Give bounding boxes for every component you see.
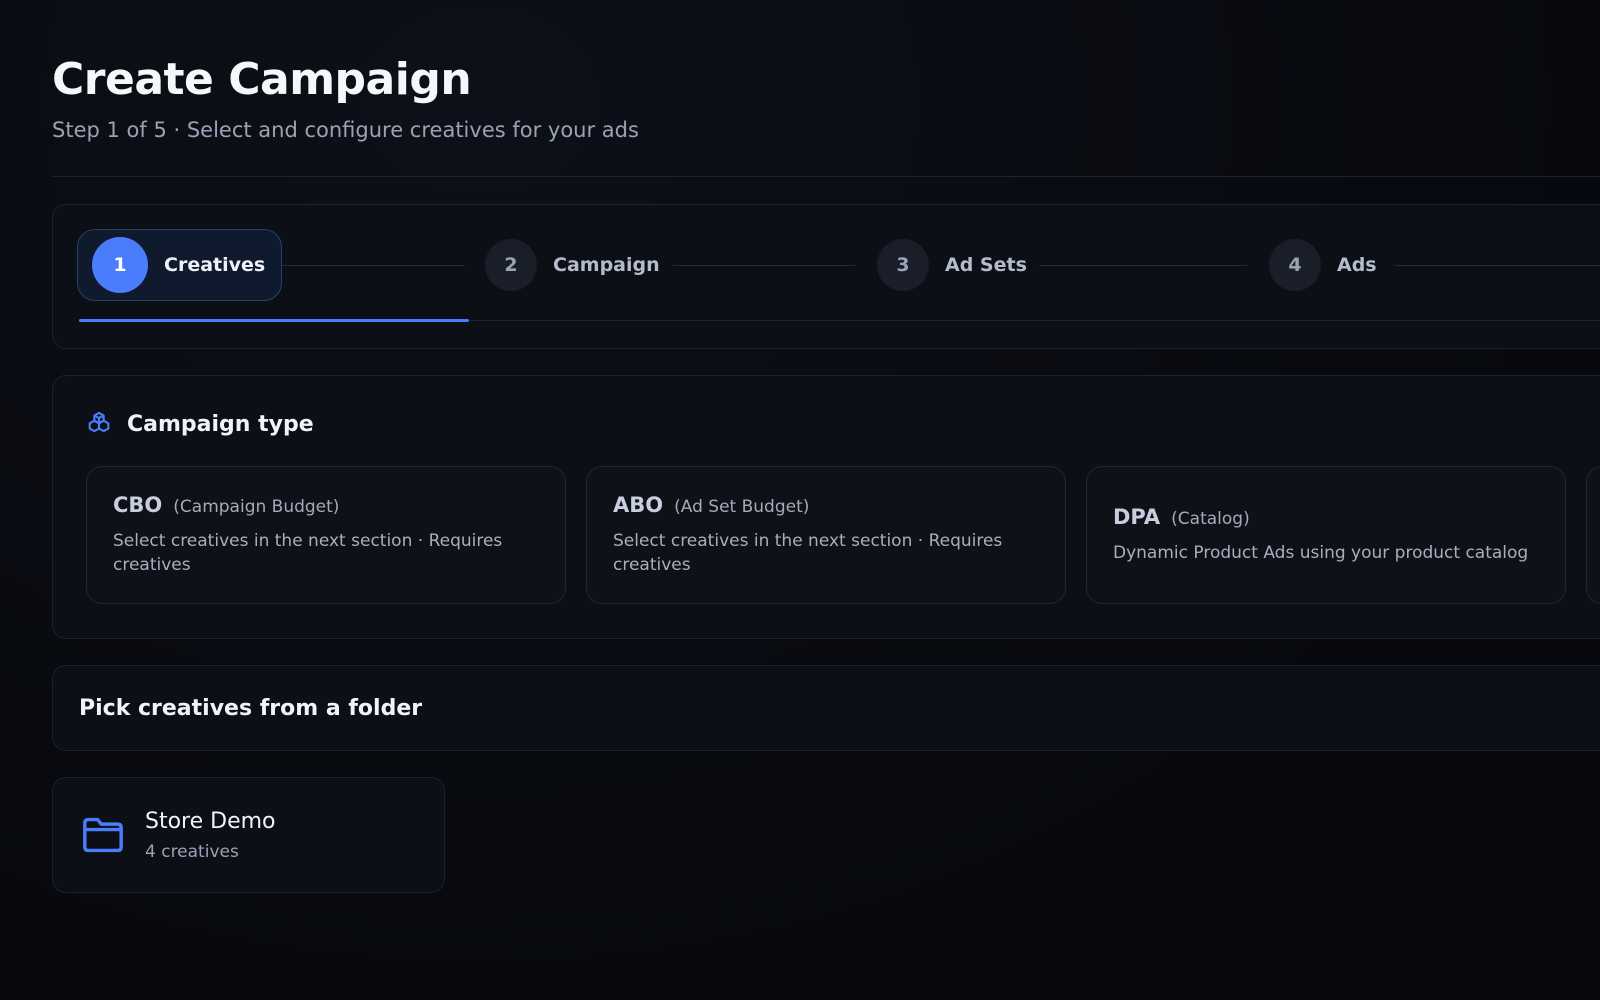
option-subtitle: (Ad Set Budget): [674, 497, 810, 517]
folder-name: Store Demo: [145, 809, 276, 834]
campaign-type-cbo[interactable]: CBO (Campaign Budget) Select creatives i…: [86, 466, 566, 604]
page-title: Create Campaign: [52, 54, 472, 105]
option-description: Select creatives in the next section · R…: [113, 531, 503, 575]
step-ad-sets[interactable]: 3 Ad Sets: [877, 229, 1027, 301]
step-connector: [1395, 265, 1600, 266]
section-title: Campaign type: [127, 411, 314, 437]
option-name: CBO: [113, 493, 163, 517]
page: Create Campaign Step 1 of 5 · Select and…: [0, 0, 1600, 1000]
campaign-type-header: Campaign type: [85, 410, 314, 438]
header-divider: [52, 176, 1600, 177]
option-description: Dynamic Product Ads using your product c…: [1113, 543, 1529, 563]
campaign-type-abo[interactable]: ABO (Ad Set Budget) Select creatives in …: [586, 466, 1066, 604]
folder-text: Store Demo 4 creatives: [145, 808, 276, 862]
folder-store-demo[interactable]: Store Demo 4 creatives: [52, 777, 445, 893]
step-label: Ad Sets: [945, 254, 1027, 276]
step-label: Creatives: [164, 254, 266, 276]
folder-count: 4 creatives: [145, 842, 239, 862]
step-connector: [673, 265, 855, 266]
step-number: 1: [92, 237, 148, 293]
stepper: 1 Creatives 2 Campaign 3 Ad Sets 4 Ads: [52, 204, 1600, 349]
step-number: 4: [1269, 239, 1321, 291]
step-number: 2: [485, 239, 537, 291]
option-name: DPA: [1113, 505, 1161, 529]
step-connector: [1039, 265, 1247, 266]
step-label: Campaign: [553, 254, 660, 276]
step-label: Ads: [1337, 254, 1377, 276]
cubes-icon: [88, 411, 110, 433]
step-creatives[interactable]: 1 Creatives: [77, 229, 283, 301]
step-connector: [273, 265, 465, 266]
page-header: Create Campaign Step 1 of 5 · Select and…: [52, 52, 639, 144]
option-subtitle: (Campaign Budget): [173, 497, 340, 517]
campaign-type-section: Campaign type CBO (Campaign Budget) Sele…: [52, 375, 1600, 639]
section-title: Pick creatives from a folder: [79, 695, 423, 721]
option-name: ABO: [613, 493, 664, 517]
step-number: 3: [877, 239, 929, 291]
pick-creatives-section: Pick creatives from a folder: [52, 665, 1600, 751]
campaign-type-option-partial[interactable]: [1586, 466, 1600, 604]
page-subtitle: Step 1 of 5 · Select and configure creat…: [52, 118, 639, 142]
option-description: Select creatives in the next section · R…: [613, 531, 1003, 575]
step-ads[interactable]: 4 Ads: [1269, 229, 1377, 301]
campaign-type-dpa[interactable]: DPA (Catalog) Dynamic Product Ads using …: [1086, 466, 1566, 604]
stepper-progress-bar: [79, 319, 469, 322]
folder-icon: [83, 817, 123, 853]
step-campaign[interactable]: 2 Campaign: [485, 229, 660, 301]
option-subtitle: (Catalog): [1171, 509, 1250, 529]
